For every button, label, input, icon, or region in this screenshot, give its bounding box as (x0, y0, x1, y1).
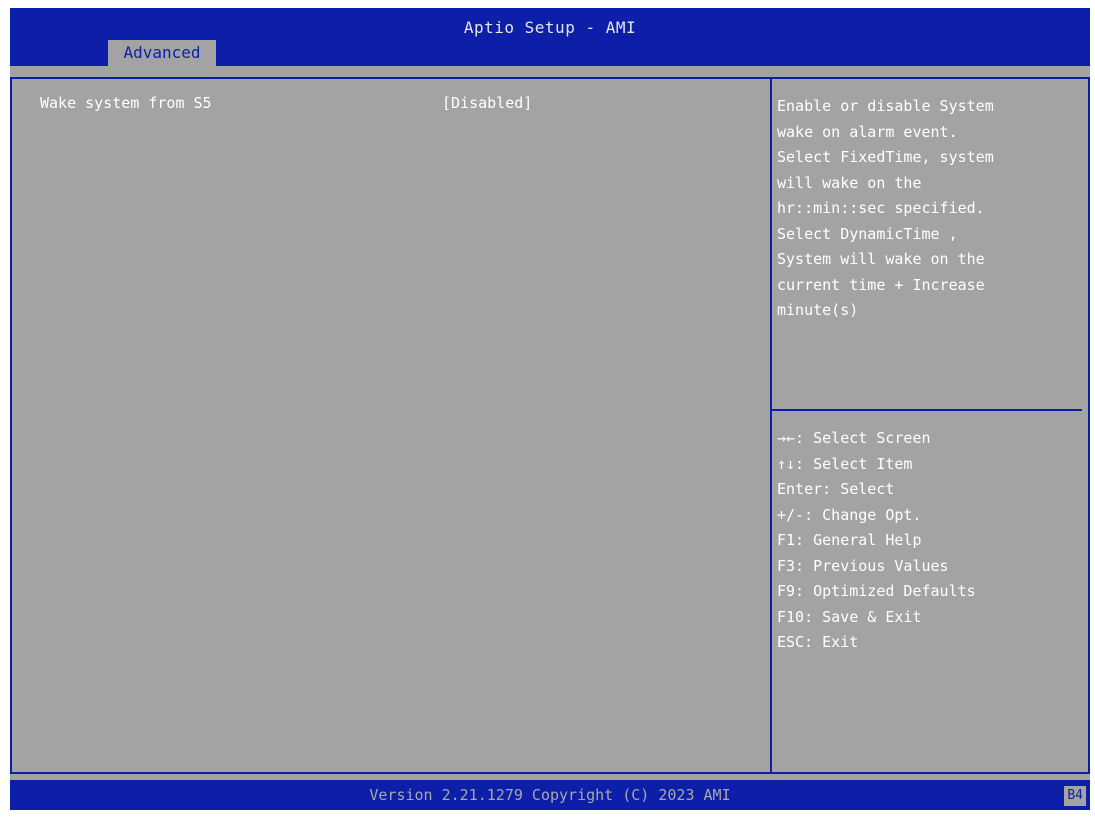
key-legend: →←: Select Screen ↑↓: Select Item Enter:… (777, 426, 1077, 656)
key-select-screen: →←: Select Screen (777, 429, 931, 447)
version-text: Version 2.21.1279 Copyright (C) 2023 AMI (369, 786, 731, 804)
panel-divider-vertical (770, 77, 772, 774)
key-general-help: F1: General Help (777, 531, 922, 549)
help-divider-horizontal (772, 409, 1082, 411)
tab-advanced[interactable]: Advanced (108, 40, 216, 66)
help-line: will wake on the (777, 173, 922, 192)
status-badge: B4 (1064, 786, 1086, 806)
key-change-opt: +/-: Change Opt. (777, 505, 922, 524)
help-line: Select DynamicTime , (777, 224, 958, 243)
key-exit: ESC: Exit (777, 633, 859, 651)
bios-screen: Aptio Setup - AMI Advanced Wake system f… (10, 8, 1090, 810)
help-line: wake on alarm event. (777, 122, 958, 141)
help-line: Enable or disable System (777, 97, 994, 115)
key-previous-values: F3: Previous Values (777, 556, 949, 575)
option-wake-system-label[interactable]: Wake system from S5 (40, 94, 212, 112)
key-enter-select: Enter: Select (777, 480, 895, 498)
footer-bar: Version 2.21.1279 Copyright (C) 2023 AMI… (10, 780, 1090, 810)
help-description: Enable or disable System wake on alarm e… (777, 94, 1077, 324)
option-wake-system-value[interactable]: [Disabled] (442, 94, 532, 112)
help-line: minute(s) (777, 301, 859, 319)
help-line: current time + Increase (777, 275, 985, 294)
key-optimized-defaults: F9: Optimized Defaults (777, 582, 976, 600)
title-bar: Aptio Setup - AMI Advanced (10, 8, 1090, 66)
help-line: hr::min::sec specified. (777, 199, 985, 217)
key-save-exit: F10: Save & Exit (777, 607, 922, 626)
app-title: Aptio Setup - AMI (463, 18, 637, 37)
key-select-item: ↑↓: Select Item (777, 454, 913, 473)
help-line: System will wake on the (777, 250, 985, 268)
help-line: Select FixedTime, system (777, 148, 994, 166)
